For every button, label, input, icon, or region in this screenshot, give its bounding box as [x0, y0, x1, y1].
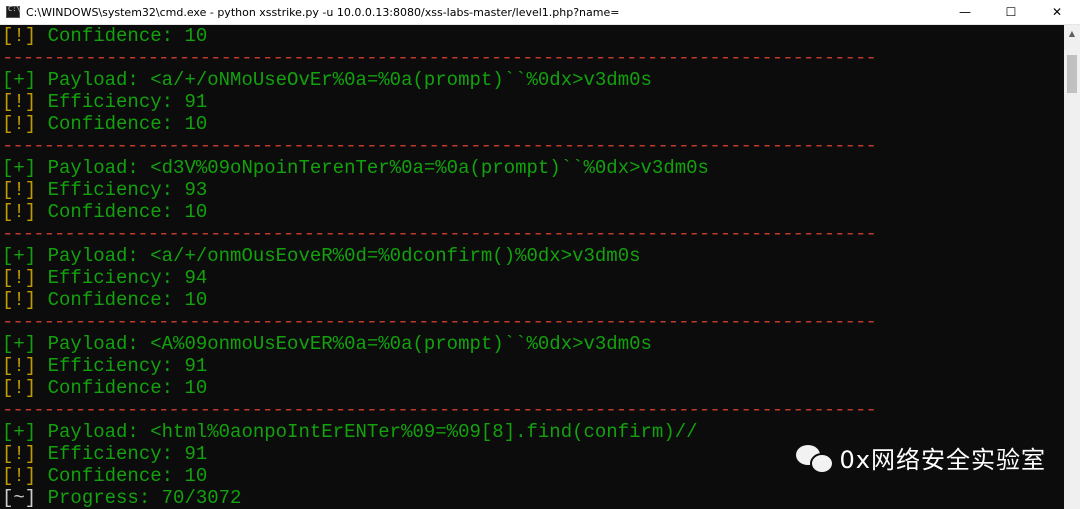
confidence-text: Confidence: 10	[36, 25, 208, 47]
console-line: [+] Payload: <A%09onmoUsEovER%0a=%0a(pro…	[0, 333, 1064, 355]
console-line: [!] Confidence: 10	[0, 201, 1064, 223]
minimize-button[interactable]: —	[942, 0, 988, 24]
warning-tag: [!]	[2, 91, 37, 113]
payload-text: Payload: <a/+/oNMoUseOvEr%0a=%0a(prompt)…	[36, 69, 652, 91]
info-tag: [+]	[2, 333, 37, 355]
warning-tag: [!]	[2, 113, 37, 135]
warning-tag: [!]	[2, 465, 37, 487]
confidence-text: Confidence: 10	[36, 465, 208, 487]
info-tag: [+]	[2, 421, 37, 443]
console-output[interactable]: [!] Confidence: 10 ---------------------…	[0, 25, 1064, 509]
info-tag: [+]	[2, 157, 37, 179]
scrollbar-thumb[interactable]	[1067, 55, 1077, 93]
payload-text: Payload: <a/+/onmOusEoveR%0d=%0dconfirm(…	[36, 245, 641, 267]
cmd-icon	[6, 5, 21, 18]
window-title: C:\WINDOWS\system32\cmd.exe - python xss…	[26, 5, 620, 19]
warning-tag: [!]	[2, 289, 37, 311]
console-line: [!] Efficiency: 91	[0, 355, 1064, 377]
progress-tag: [~]	[2, 487, 37, 509]
separator-line: ----------------------------------------…	[2, 311, 877, 333]
maximize-button[interactable]: ☐	[988, 0, 1034, 24]
payload-text: Payload: <A%09onmoUsEovER%0a=%0a(prompt)…	[36, 333, 652, 355]
efficiency-text: Efficiency: 91	[36, 355, 208, 377]
console-line: [+] Payload: <d3V%09oNpoinTerenTer%0a=%0…	[0, 157, 1064, 179]
progress-text: Progress: 70/3072	[36, 487, 242, 509]
console-line: [!] Efficiency: 94	[0, 267, 1064, 289]
scroll-up-arrow-icon[interactable]: ▲	[1064, 25, 1080, 41]
window-controls: — ☐ ✕	[942, 0, 1080, 24]
console-line: [!] Efficiency: 91	[0, 91, 1064, 113]
confidence-text: Confidence: 10	[36, 201, 208, 223]
efficiency-text: Efficiency: 94	[36, 267, 208, 289]
console-line: [!] Confidence: 10	[0, 377, 1064, 399]
payload-text: Payload: <html%0aonpoIntErENTer%09=%09[8…	[36, 421, 698, 443]
vertical-scrollbar[interactable]: ▲	[1064, 25, 1080, 509]
confidence-text: Confidence: 10	[36, 377, 208, 399]
separator-line: ----------------------------------------…	[2, 135, 877, 157]
warning-tag: [!]	[2, 179, 37, 201]
separator-line: ----------------------------------------…	[2, 399, 877, 421]
separator-line: ----------------------------------------…	[2, 47, 877, 69]
warning-tag: [!]	[2, 25, 37, 47]
warning-tag: [!]	[2, 377, 37, 399]
console-line: [!] Confidence: 10	[0, 113, 1064, 135]
warning-tag: [!]	[2, 267, 37, 289]
separator-line: ----------------------------------------…	[2, 223, 877, 245]
payload-text: Payload: <d3V%09oNpoinTerenTer%0a=%0a(pr…	[36, 157, 709, 179]
console-line: [!] Confidence: 10	[0, 289, 1064, 311]
wechat-icon	[795, 443, 834, 474]
console-line: [!] Efficiency: 93	[0, 179, 1064, 201]
close-button[interactable]: ✕	[1034, 0, 1080, 24]
warning-tag: [!]	[2, 201, 37, 223]
confidence-text: Confidence: 10	[36, 113, 208, 135]
info-tag: [+]	[2, 245, 37, 267]
efficiency-text: Efficiency: 91	[36, 443, 208, 465]
console-line: [+] Payload: <a/+/onmOusEoveR%0d=%0dconf…	[0, 245, 1064, 267]
warning-tag: [!]	[2, 355, 37, 377]
console-line: [~] Progress: 70/3072	[0, 487, 1064, 509]
console-line: [+] Payload: <a/+/oNMoUseOvEr%0a=%0a(pro…	[0, 69, 1064, 91]
watermark-text: 0x网络安全实验室	[839, 446, 1046, 474]
confidence-text: Confidence: 10	[36, 289, 208, 311]
warning-tag: [!]	[2, 443, 37, 465]
info-tag: [+]	[2, 69, 37, 91]
title-bar: C:\WINDOWS\system32\cmd.exe - python xss…	[0, 0, 1080, 25]
watermark: 0x网络安全实验室	[795, 440, 1046, 475]
efficiency-text: Efficiency: 93	[36, 179, 208, 201]
efficiency-text: Efficiency: 91	[36, 91, 208, 113]
console-line: [!] Confidence: 10	[0, 25, 1064, 47]
